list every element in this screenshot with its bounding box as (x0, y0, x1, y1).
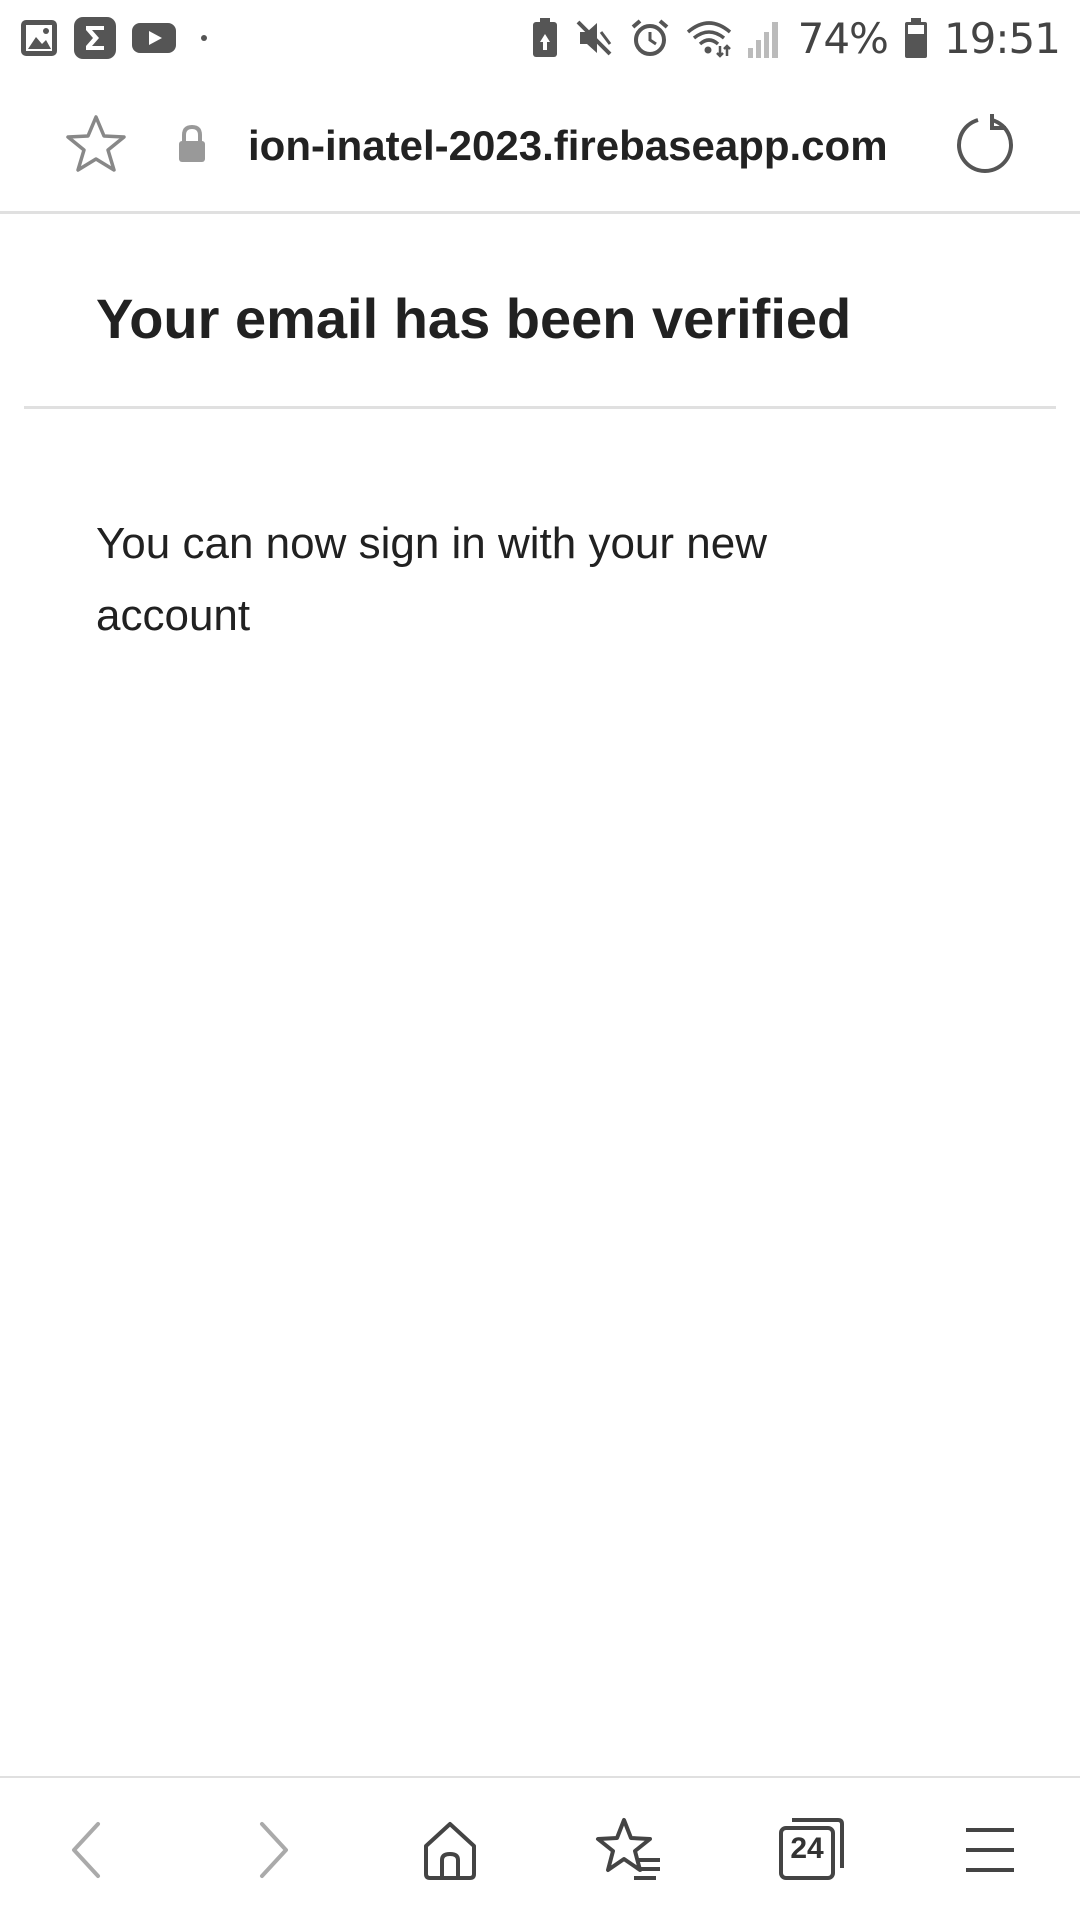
bookmarks-button[interactable] (594, 1814, 666, 1886)
page-title: Your email has been verified (96, 287, 852, 350)
bookmark-star-button[interactable] (64, 112, 128, 176)
back-button[interactable] (52, 1814, 124, 1886)
clock-time: 19:51 (943, 13, 1061, 63)
bookmarks-icon (596, 1818, 660, 1880)
forward-button[interactable] (236, 1814, 308, 1886)
sigma-icon (74, 17, 116, 59)
reload-icon (957, 114, 1013, 174)
youtube-icon (132, 21, 176, 55)
signal-icon (747, 18, 782, 58)
status-left-icons (20, 17, 216, 59)
wifi-icon (686, 18, 732, 58)
home-icon (424, 1822, 476, 1880)
home-button[interactable] (414, 1814, 486, 1886)
star-icon (66, 115, 126, 172)
alarm-icon (630, 18, 670, 58)
mute-icon (574, 18, 614, 58)
reload-button[interactable] (952, 112, 1018, 178)
divider (24, 406, 1056, 409)
battery-saver-icon (532, 18, 558, 58)
tabs-button[interactable]: 24 (776, 1814, 848, 1886)
forward-icon (260, 1822, 288, 1878)
page-message: You can now sign in with your new accoun… (96, 519, 767, 640)
back-icon (72, 1822, 100, 1878)
status-right-icons: 74% 19:51 (532, 13, 1061, 63)
gallery-icon (20, 19, 58, 57)
menu-button[interactable] (954, 1814, 1026, 1886)
battery-percent: 74% (797, 13, 889, 63)
status-bar: 74% 19:51 (0, 0, 1080, 76)
url-text: ion-inatel-2023.firebaseapp.com (248, 122, 888, 169)
battery-icon (904, 18, 928, 58)
bottom-nav: 24 (0, 1776, 1080, 1920)
url-field[interactable]: ion-inatel-2023.firebaseapp.com (248, 106, 908, 186)
address-bar: ion-inatel-2023.firebaseapp.com (0, 76, 1080, 214)
menu-icon (966, 1828, 1014, 1872)
lock-icon (176, 124, 208, 164)
tabs-count: 24 (790, 1832, 824, 1865)
dot-icon (192, 26, 216, 50)
